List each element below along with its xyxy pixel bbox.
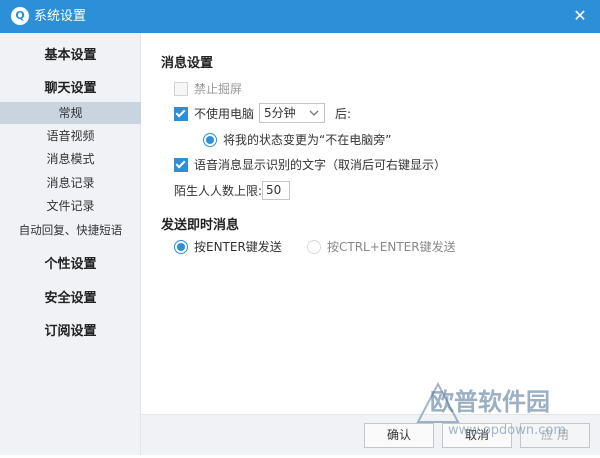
send-enter-label: 按ENTER键发送 xyxy=(194,240,282,254)
away-status-radio[interactable] xyxy=(203,132,217,147)
window-title: 系统设置 xyxy=(34,9,87,24)
message-settings-title: 消息设置 xyxy=(161,56,214,71)
sidebar: 基本设置 聊天设置 常规 语音视频 消息模式 消息记录 文件记录 自动回复、快捷… xyxy=(0,33,141,455)
send-ctrl-enter-label: 按CTRL+ENTER键发送 xyxy=(327,240,456,254)
sidebar-item-message-mode[interactable]: 消息模式 xyxy=(0,148,141,170)
voice-text-checkbox[interactable] xyxy=(174,157,188,172)
sidebar-item-basic[interactable]: 基本设置 xyxy=(0,44,141,63)
sidebar-item-file-history[interactable]: 文件记录 xyxy=(0,195,141,217)
cancel-button[interactable]: 取消 xyxy=(442,423,512,448)
idle-time-select[interactable]: 5分钟 xyxy=(259,103,325,123)
idle-option[interactable]: 不使用电脑 xyxy=(174,105,254,123)
settings-panel: 消息设置 禁止掘屏 不使用电脑 5分钟 后: 将我的状态变更为“不在电脑旁” 语… xyxy=(141,33,600,414)
away-status-label: 将我的状态变更为“不在电脑旁” xyxy=(223,133,392,147)
voice-text-label: 语音消息显示识别的文字（取消后可右键显示） xyxy=(194,158,447,172)
sidebar-item-chat[interactable]: 聊天设置 xyxy=(0,77,141,96)
apply-button[interactable]: 应 用 xyxy=(520,423,590,448)
sidebar-item-personal[interactable]: 个性设置 xyxy=(0,253,141,272)
app-logo-icon: Q xyxy=(11,7,29,25)
no-popup-label: 禁止掘屏 xyxy=(194,82,243,96)
sidebar-item-general[interactable]: 常规 xyxy=(0,102,141,124)
idle-checkbox[interactable] xyxy=(174,106,188,121)
stranger-limit-input[interactable]: 50 xyxy=(262,181,290,200)
sidebar-item-voice-video[interactable]: 语音视频 xyxy=(0,125,141,147)
stranger-limit-label: 陌生人人数上限: xyxy=(174,184,263,198)
button-bar: 确认 取消 应 用 xyxy=(141,414,600,455)
no-popup-checkbox[interactable] xyxy=(174,81,188,96)
voice-text-option[interactable]: 语音消息显示识别的文字（取消后可右键显示） xyxy=(174,156,446,174)
ok-button[interactable]: 确认 xyxy=(364,423,434,448)
sidebar-item-message-history[interactable]: 消息记录 xyxy=(0,172,141,194)
send-ctrl-enter-option[interactable]: 按CTRL+ENTER键发送 xyxy=(307,238,456,256)
send-enter-radio[interactable] xyxy=(174,239,188,254)
idle-label: 不使用电脑 xyxy=(194,107,255,121)
idle-suffix: 后: xyxy=(335,107,352,121)
no-popup-option[interactable]: 禁止掘屏 xyxy=(174,80,242,98)
sidebar-item-subscription[interactable]: 订阅设置 xyxy=(0,320,141,339)
close-button[interactable]: ✕ xyxy=(569,5,591,27)
sidebar-item-security[interactable]: 安全设置 xyxy=(0,287,141,306)
sidebar-item-auto-reply[interactable]: 自动回复、快捷短语 xyxy=(0,219,141,241)
idle-time-value: 5分钟 xyxy=(264,106,296,120)
send-enter-option[interactable]: 按ENTER键发送 xyxy=(174,238,282,256)
title-bar: Q 系统设置 ✕ xyxy=(0,0,600,33)
chevron-down-icon xyxy=(308,104,320,129)
away-status-option[interactable]: 将我的状态变更为“不在电脑旁” xyxy=(203,131,391,149)
send-settings-title: 发送即时消息 xyxy=(161,218,240,233)
send-ctrl-enter-radio[interactable] xyxy=(307,239,321,254)
